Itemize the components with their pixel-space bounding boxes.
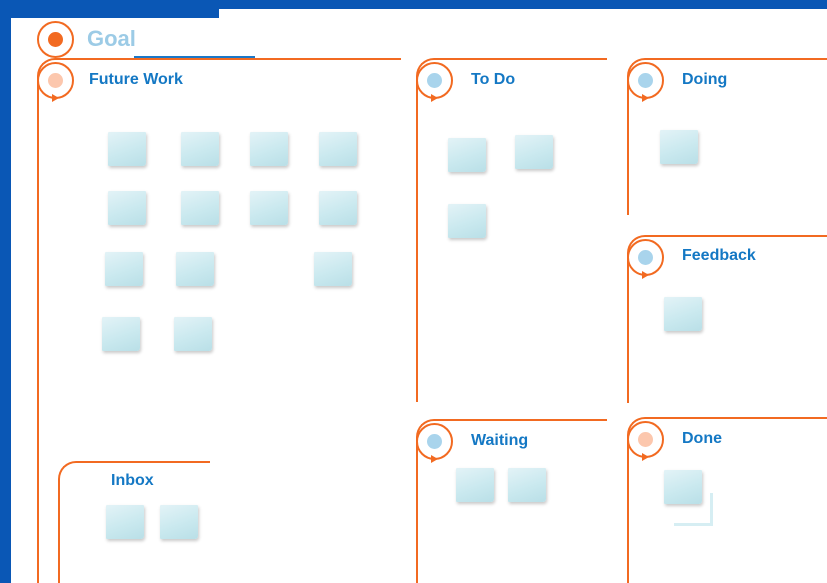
future-work-circle-icon [37, 62, 74, 102]
sticky-note-peeled[interactable] [674, 493, 713, 526]
arrow-icon [642, 453, 649, 461]
sticky-note[interactable] [448, 138, 486, 172]
goal-circle-icon [37, 21, 74, 58]
sticky-note[interactable] [102, 317, 140, 351]
kanban-board-sheet: Goal Future Work Inbox To Do Waiting Doi… [11, 9, 827, 583]
lane-title-future-work: Future Work [89, 71, 183, 88]
arrow-icon [52, 94, 59, 102]
sticky-note[interactable] [160, 505, 198, 539]
sticky-note[interactable] [664, 297, 702, 331]
sticky-note[interactable] [106, 505, 144, 539]
feedback-circle-icon [627, 239, 664, 279]
sticky-note[interactable] [319, 132, 357, 166]
sticky-note[interactable] [181, 132, 219, 166]
sticky-note[interactable] [108, 191, 146, 225]
lane-title-to-do: To Do [471, 71, 516, 88]
arrow-icon [642, 94, 649, 102]
goal-row: Goal [37, 21, 297, 58]
lane-to-do [416, 58, 607, 402]
sticky-note[interactable] [250, 132, 288, 166]
sticky-note[interactable] [515, 135, 553, 169]
sticky-note[interactable] [456, 468, 494, 502]
sticky-note[interactable] [508, 468, 546, 502]
lane-title-feedback: Feedback [682, 247, 756, 264]
arrow-icon [642, 271, 649, 279]
goal-dot-icon [48, 32, 63, 47]
goal-label: Goal [87, 26, 136, 51]
sticky-note[interactable] [448, 204, 486, 238]
lane-title-doing: Doing [682, 71, 728, 88]
sticky-note[interactable] [176, 252, 214, 286]
lane-title-inbox: Inbox [111, 472, 154, 489]
sticky-note[interactable] [319, 191, 357, 225]
sticky-note[interactable] [174, 317, 212, 351]
sticky-note[interactable] [250, 191, 288, 225]
lane-title-done: Done [682, 430, 722, 447]
sticky-note[interactable] [660, 130, 698, 164]
sticky-note[interactable] [314, 252, 352, 286]
waiting-circle-icon [416, 423, 453, 463]
doing-circle-icon [627, 62, 664, 102]
arrow-icon [431, 94, 438, 102]
done-circle-icon [627, 421, 664, 461]
to-do-circle-icon [416, 62, 453, 102]
sticky-note[interactable] [105, 252, 143, 286]
sticky-note[interactable] [108, 132, 146, 166]
arrow-icon [431, 455, 438, 463]
top-blue-band [11, 9, 219, 18]
sticky-note[interactable] [181, 191, 219, 225]
lane-title-waiting: Waiting [471, 432, 529, 449]
